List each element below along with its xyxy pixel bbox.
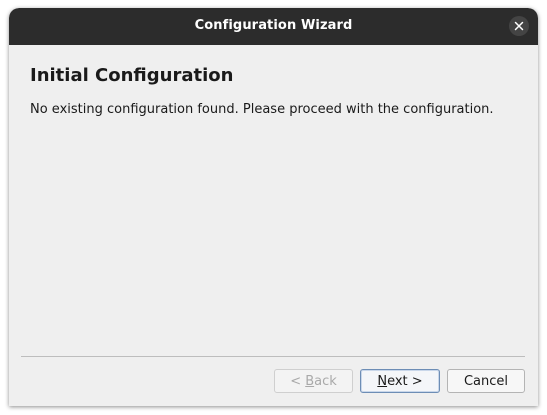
cancel-button[interactable]: Cancel (447, 369, 525, 393)
close-button[interactable] (509, 16, 529, 36)
wizard-window: Configuration Wizard Initial Configurati… (9, 8, 538, 406)
next-button-mnemonic: N (377, 374, 388, 389)
next-button[interactable]: Next > (360, 369, 440, 393)
back-button-mnemonic: B (305, 374, 315, 389)
info-message: No existing configuration found. Please … (30, 102, 494, 117)
close-icon (514, 21, 524, 31)
page-heading: Initial Configuration (30, 65, 234, 86)
wizard-content: Initial Configuration No existing config… (9, 45, 538, 406)
window-title: Configuration Wizard (194, 18, 353, 33)
back-button-prefix: < (290, 374, 306, 389)
back-button[interactable]: < Back (274, 369, 353, 393)
back-button-label: ack (314, 374, 337, 389)
title-bar[interactable]: Configuration Wizard (9, 8, 538, 45)
next-button-label: ext > (387, 374, 423, 389)
button-separator (21, 356, 525, 357)
